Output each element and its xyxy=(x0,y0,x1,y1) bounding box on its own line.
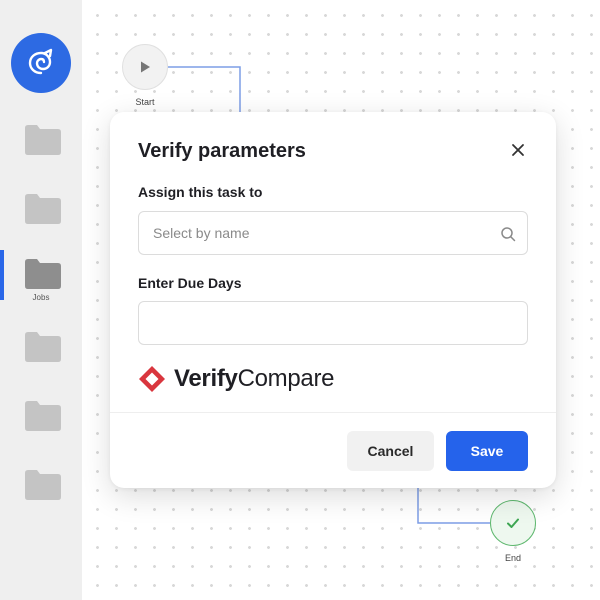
close-icon xyxy=(512,144,524,156)
footer-divider xyxy=(110,412,556,413)
assign-label: Assign this task to xyxy=(138,184,263,200)
connector-start xyxy=(168,66,241,112)
play-icon xyxy=(141,61,150,73)
search-icon xyxy=(501,227,516,242)
verify-compare-logo: Verify Compare xyxy=(138,364,335,394)
check-icon xyxy=(507,518,519,528)
due-days-label: Enter Due Days xyxy=(138,275,242,291)
save-button[interactable]: Save xyxy=(446,431,528,471)
dialog-title: Verify parameters xyxy=(138,140,306,162)
verify-parameters-dialog: Verify parameters Assign this task to En… xyxy=(110,112,556,488)
start-label: Start xyxy=(135,97,155,107)
end-node[interactable] xyxy=(490,500,536,546)
connector-end xyxy=(417,488,490,524)
assign-search-input[interactable] xyxy=(138,211,528,255)
close-button[interactable] xyxy=(508,140,528,160)
cancel-button[interactable]: Cancel xyxy=(347,431,434,471)
diamond-logo-icon xyxy=(139,366,165,392)
start-node[interactable] xyxy=(122,44,168,90)
brand-verify-text: Verify xyxy=(174,365,238,392)
end-label: End xyxy=(504,553,521,563)
brand-compare-text: Compare xyxy=(237,365,335,392)
due-days-input[interactable] xyxy=(138,301,528,345)
